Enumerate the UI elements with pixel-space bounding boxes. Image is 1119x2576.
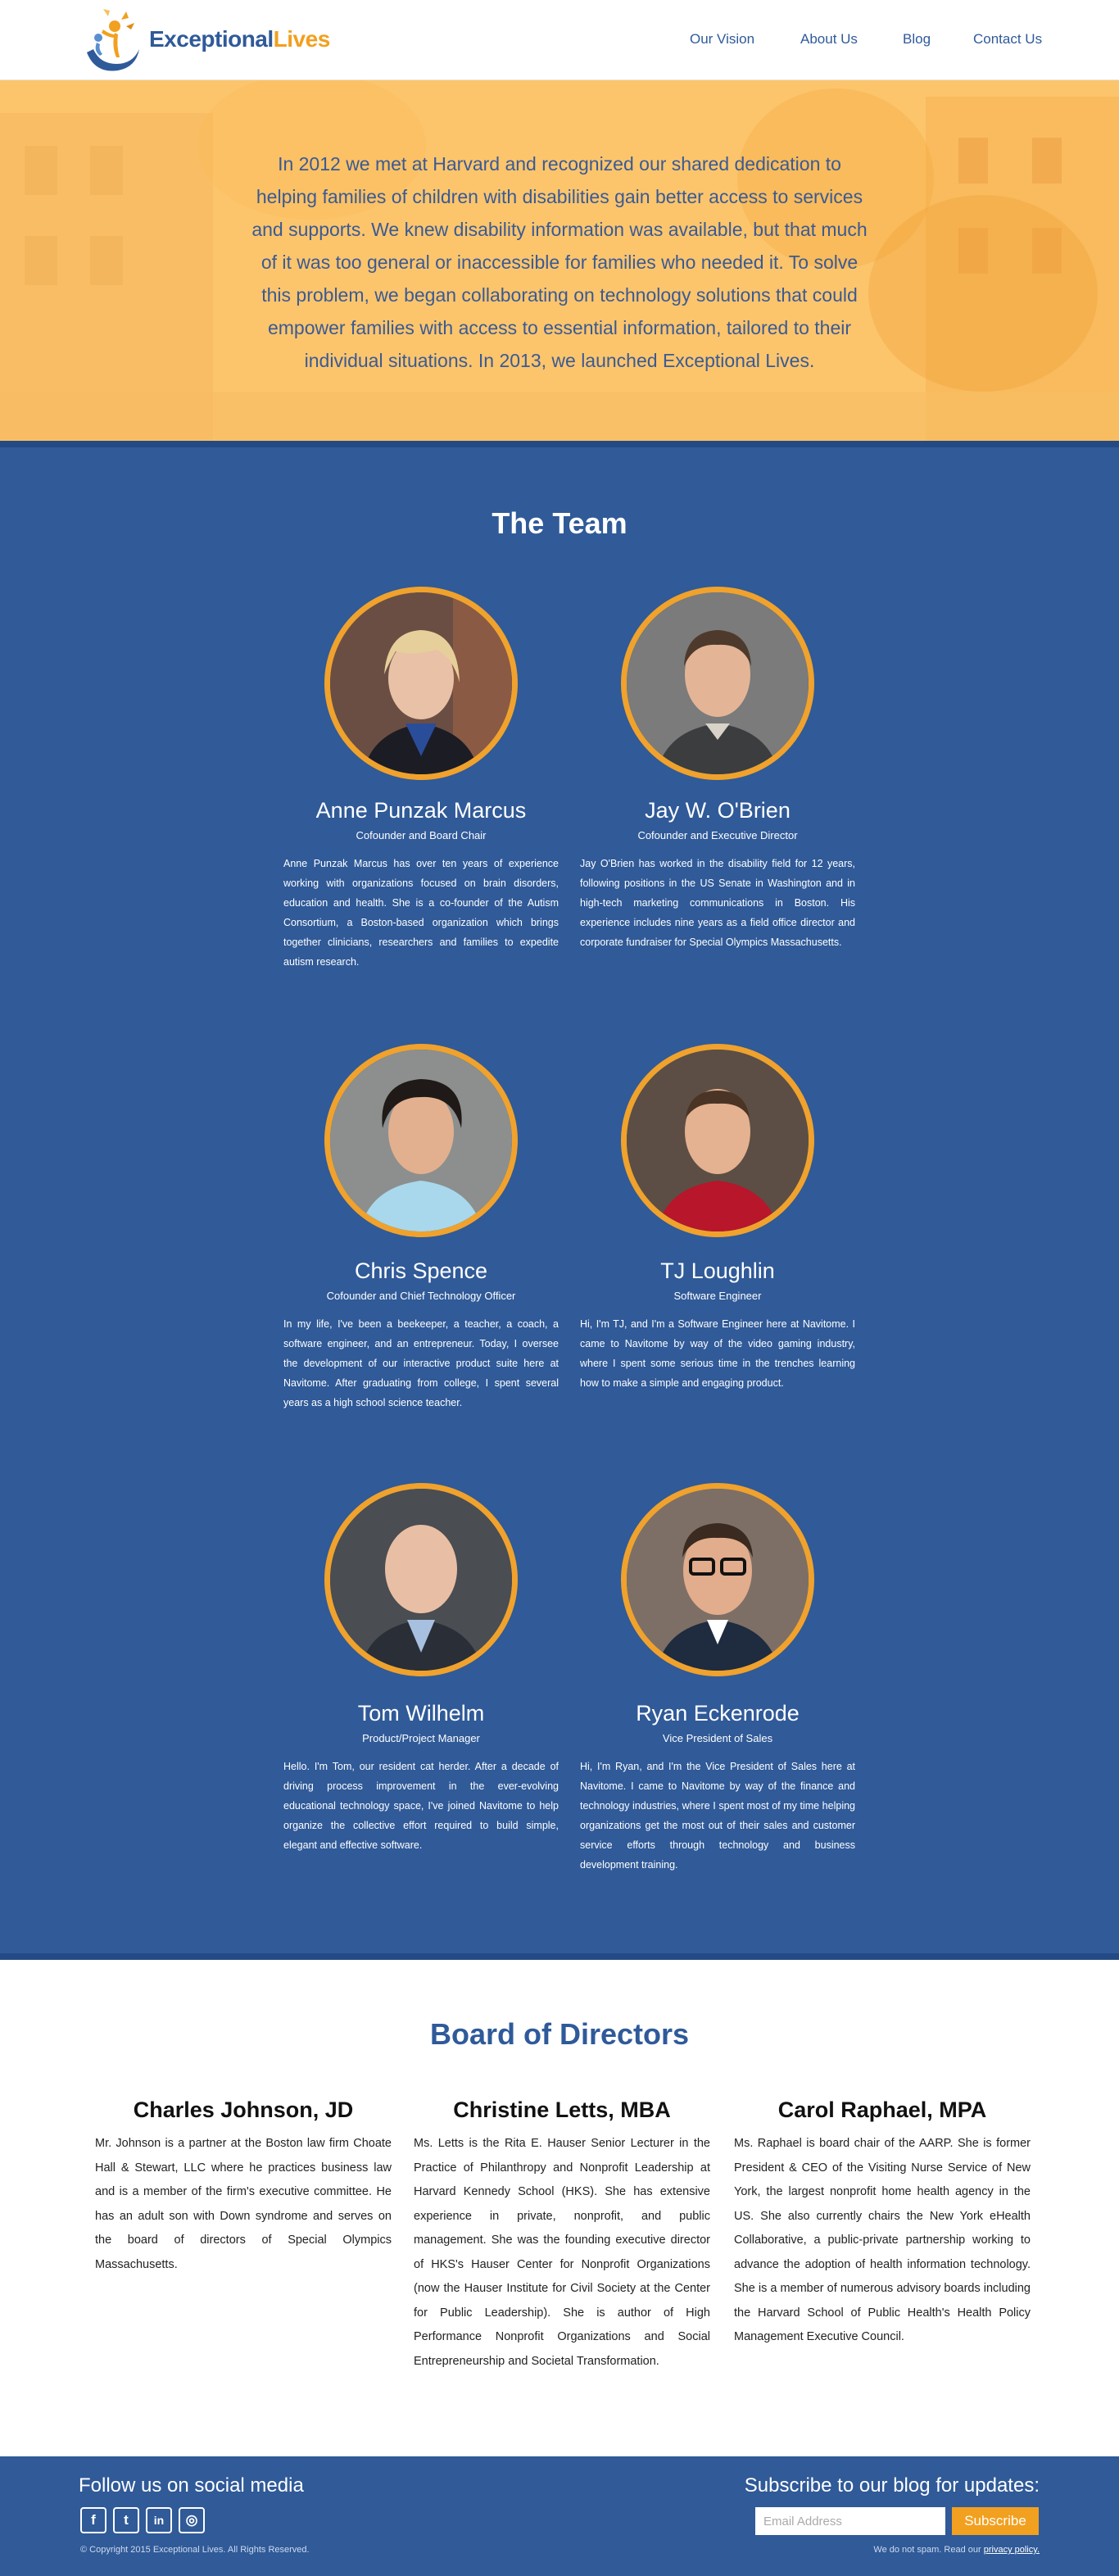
member-name: Anne Punzak Marcus: [315, 798, 527, 823]
member-bio: Hello. I'm Tom, our resident cat herder.…: [283, 1761, 559, 1851]
portrait-image: [627, 1050, 809, 1231]
team-title: The Team: [492, 506, 627, 540]
portrait-image: [330, 1489, 512, 1671]
member-photo: [324, 587, 518, 780]
member-bio: In my life, I've been a beekeeper, a tea…: [283, 1318, 559, 1408]
member-bio: Hi, I'm Ryan, and I'm the Vice President…: [580, 1761, 855, 1871]
member-name: Tom Wilhelm: [357, 1701, 485, 1726]
privacy-policy-link[interactable]: privacy policy.: [984, 2545, 1040, 2555]
section-divider: [0, 1953, 1119, 1960]
member-name: Jay W. O'Brien: [645, 798, 791, 823]
no-spam-text: We do not spam. Read our: [873, 2545, 981, 2555]
main-nav: Our Vision About Us Blog Contact Us: [0, 31, 1119, 51]
member-photo: [324, 1483, 518, 1676]
member-name: Chris Spence: [354, 1259, 488, 1283]
facebook-icon[interactable]: f: [80, 2507, 106, 2533]
member-name: TJ Loughlin: [660, 1259, 775, 1283]
member-role: Cofounder and Board Chair: [356, 829, 487, 841]
nav-our-vision[interactable]: Our Vision: [690, 31, 754, 48]
subscribe-button[interactable]: Subscribe: [952, 2507, 1039, 2535]
member-role: Cofounder and Executive Director: [637, 829, 798, 841]
twitter-icon[interactable]: t: [113, 2507, 139, 2533]
no-spam-note: We do not spam. Read our privacy policy.: [873, 2545, 1040, 2555]
team-section: The Team Anne Punzak Marcus Cofounder an…: [0, 447, 1119, 1953]
member-bio: Hi, I'm TJ, and I'm a Software Engineer …: [580, 1318, 855, 1389]
instagram-icon[interactable]: ◎: [179, 2507, 205, 2533]
member-role: Software Engineer: [673, 1290, 762, 1302]
director-card: Charles Johnson, JD Mr. Johnson is a par…: [95, 2098, 392, 2277]
board-section: Board of Directors Charles Johnson, JD M…: [0, 1960, 1119, 2456]
portrait-image: [330, 1050, 512, 1231]
member-name: Ryan Eckenrode: [636, 1701, 800, 1726]
linkedin-icon[interactable]: in: [146, 2507, 172, 2533]
portrait-image: [627, 592, 809, 774]
member-bio: Anne Punzak Marcus has over ten years of…: [283, 858, 559, 968]
member-photo: [621, 1483, 814, 1676]
member-role: Cofounder and Chief Technology Officer: [326, 1290, 516, 1302]
copyright-text: © Copyright 2015 Exceptional Lives. All …: [80, 2545, 310, 2555]
director-name: Charles Johnson, JD: [133, 2098, 354, 2122]
nav-about-us[interactable]: About Us: [800, 31, 858, 48]
board-title: Board of Directors: [429, 2017, 690, 2051]
member-role: Product/Project Manager: [362, 1732, 480, 1744]
portrait-image: [627, 1489, 809, 1671]
section-divider: [0, 441, 1119, 447]
hero-section: In 2012 we met at Harvard and recognized…: [0, 80, 1119, 441]
director-name: Carol Raphael, MPA: [777, 2098, 987, 2122]
director-bio: Mr. Johnson is a partner at the Boston l…: [95, 2137, 392, 2271]
portrait-image: [330, 592, 512, 774]
email-input[interactable]: [755, 2507, 945, 2535]
site-header: ExceptionalLives Our Vision About Us Blo…: [0, 0, 1119, 80]
nav-blog[interactable]: Blog: [903, 31, 931, 48]
member-photo: [621, 587, 814, 780]
director-card: Carol Raphael, MPA Ms. Raphael is board …: [734, 2098, 1031, 2350]
member-role: Vice President of Sales: [662, 1732, 773, 1744]
director-bio: Ms. Letts is the Rita E. Hauser Senior L…: [414, 2137, 710, 2368]
member-bio: Jay O'Brien has worked in the disability…: [580, 858, 855, 948]
director-name: Christine Letts, MBA: [453, 2098, 671, 2122]
follow-heading: Follow us on social media: [79, 2474, 304, 2497]
director-card: Christine Letts, MBA Ms. Letts is the Ri…: [414, 2098, 710, 2374]
member-photo: [621, 1044, 814, 1237]
hero-mission-text: In 2012 we met at Harvard and recognized…: [251, 153, 868, 371]
director-bio: Ms. Raphael is board chair of the AARP. …: [734, 2137, 1031, 2343]
nav-contact-us[interactable]: Contact Us: [973, 31, 1042, 48]
subscribe-heading: Subscribe to our blog for updates:: [744, 2474, 1040, 2497]
member-photo: [324, 1044, 518, 1237]
site-footer: Follow us on social media f t in ◎ © Cop…: [0, 2456, 1119, 2576]
